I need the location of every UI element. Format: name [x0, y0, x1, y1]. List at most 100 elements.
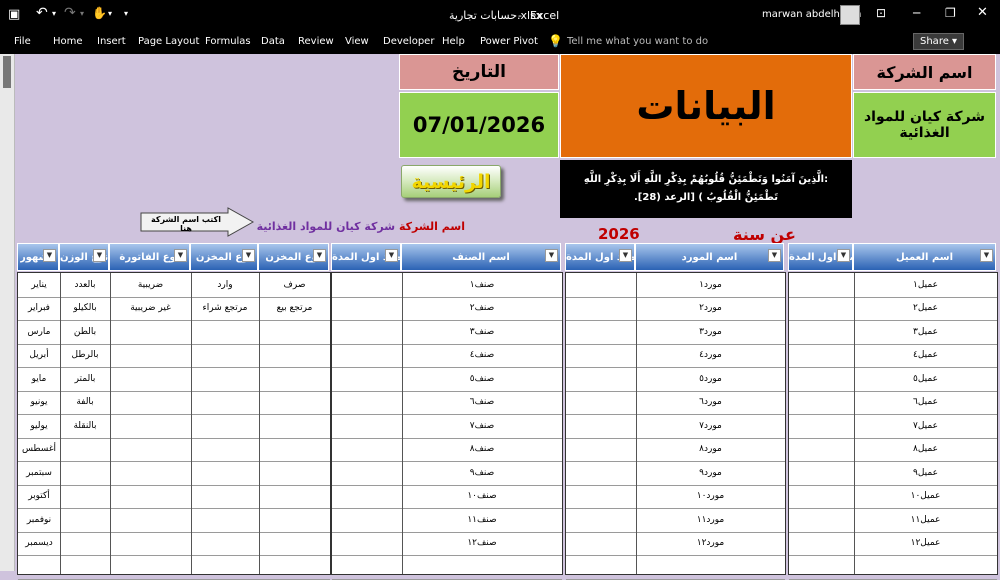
redo-dropdown-icon[interactable]: ▾ — [80, 9, 84, 18]
menu-home[interactable]: Home — [53, 36, 83, 47]
menu-file[interactable]: File — [14, 36, 31, 47]
suppliers-table-cell[interactable]: مورد١٠ — [636, 485, 785, 509]
months-table-header[interactable]: نوع الفاتورة ▼ — [109, 243, 190, 271]
items-table-cell[interactable] — [332, 273, 402, 297]
clients-table-cell[interactable]: عميل١٠ — [854, 485, 997, 509]
items-table-cell[interactable] — [332, 391, 402, 415]
months-table-cell[interactable]: صرف — [259, 273, 330, 297]
items-table-cell[interactable] — [332, 555, 402, 579]
months-table-cell[interactable] — [259, 320, 330, 344]
months-table-cell[interactable] — [259, 391, 330, 415]
suppliers-table-header[interactable]: اسم المورد ▼ — [635, 243, 784, 271]
months-table-cell[interactable] — [191, 438, 259, 462]
tell-me-search[interactable]: Tell me what you want to do — [567, 36, 708, 47]
suppliers-table-cell[interactable] — [566, 414, 636, 438]
undo-icon[interactable]: ↶ — [36, 5, 48, 21]
items-table-cell[interactable] — [332, 532, 402, 556]
months-table-cell[interactable] — [191, 485, 259, 509]
suppliers-table-cell[interactable] — [566, 485, 636, 509]
months-table-cell[interactable] — [259, 485, 330, 509]
suppliers-table-cell[interactable]: مورد٤ — [636, 344, 785, 368]
clients-table-cell[interactable]: عميل٦ — [854, 391, 997, 415]
months-table-cell[interactable] — [60, 461, 110, 485]
items-table-cell[interactable]: صنف٦ — [402, 391, 562, 415]
clients-table-cell[interactable] — [789, 320, 854, 344]
minimize-icon[interactable]: ─ — [913, 6, 920, 20]
suppliers-table-cell[interactable] — [566, 461, 636, 485]
filter-dropdown-icon[interactable]: ▼ — [242, 249, 255, 262]
items-table-cell[interactable] — [332, 508, 402, 532]
months-table-cell[interactable]: بالرطل — [60, 344, 110, 368]
items-table-cell[interactable]: صنف٧ — [402, 414, 562, 438]
months-table-cell[interactable]: مايو — [18, 367, 60, 391]
items-table-cell[interactable]: صنف٩ — [402, 461, 562, 485]
suppliers-table-cell[interactable]: مورد١١ — [636, 508, 785, 532]
months-table-cell[interactable] — [110, 414, 191, 438]
share-button[interactable]: Share ▾ — [913, 33, 965, 50]
filter-dropdown-icon[interactable]: ▼ — [768, 249, 781, 262]
suppliers-table-cell[interactable]: مورد٧ — [636, 414, 785, 438]
months-table-cell[interactable] — [259, 344, 330, 368]
items-table-cell[interactable]: صنف١٢ — [402, 532, 562, 556]
menu-power-pivot[interactable]: Power Pivot — [480, 36, 538, 47]
suppliers-table-cell[interactable]: مورد٨ — [636, 438, 785, 462]
clients-table-cell[interactable]: عميل٩ — [854, 461, 997, 485]
months-table-cell[interactable] — [259, 438, 330, 462]
menu-formulas[interactable]: Formulas — [205, 36, 251, 47]
items-table-cell[interactable] — [332, 461, 402, 485]
menu-help[interactable]: Help — [442, 36, 465, 47]
filter-dropdown-icon[interactable]: ▼ — [980, 249, 993, 262]
suppliers-table-cell[interactable] — [566, 367, 636, 391]
months-table-cell[interactable] — [191, 367, 259, 391]
suppliers-table-cell[interactable] — [566, 438, 636, 462]
clients-table-cell[interactable] — [789, 555, 854, 579]
clients-table-cell[interactable] — [789, 273, 854, 297]
touch-mode-icon[interactable]: ✋ — [92, 6, 107, 20]
suppliers-table-cell[interactable] — [566, 320, 636, 344]
months-table-cell[interactable]: ديسمبر — [18, 532, 60, 556]
arrow-shape[interactable]: اكتب اسم الشركة هنا — [140, 207, 255, 237]
items-table-cell[interactable] — [332, 320, 402, 344]
months-table-cell[interactable] — [259, 414, 330, 438]
clients-table-cell[interactable] — [789, 485, 854, 509]
menu-view[interactable]: View — [345, 36, 369, 47]
months-table-header[interactable]: نوع الوزن ▼ — [59, 243, 109, 271]
filter-dropdown-icon[interactable]: ▼ — [93, 249, 106, 262]
ribbon-display-icon[interactable]: ⊡ — [876, 6, 886, 20]
months-table-cell[interactable] — [110, 461, 191, 485]
suppliers-table-cell[interactable] — [566, 391, 636, 415]
months-table-cell[interactable] — [259, 367, 330, 391]
months-table-cell[interactable]: مرتجع شراء — [191, 297, 259, 321]
months-table-cell[interactable]: بالكيلو — [60, 297, 110, 321]
touch-dropdown-icon[interactable]: ▾ — [108, 9, 112, 18]
menu-data[interactable]: Data — [261, 36, 285, 47]
items-table-cell[interactable] — [332, 485, 402, 509]
items-table-cell[interactable]: صنف١ — [402, 273, 562, 297]
months-table-cell[interactable] — [110, 508, 191, 532]
suppliers-table-cell[interactable]: مورد٢ — [636, 297, 785, 321]
months-table-cell[interactable] — [191, 461, 259, 485]
items-table-cell[interactable]: صنف٤ — [402, 344, 562, 368]
months-table-cell[interactable] — [110, 320, 191, 344]
items-table-header[interactable]: اسم الصنف ▼ — [401, 243, 561, 271]
scrollbar-thumb[interactable] — [3, 56, 11, 88]
months-table-cell[interactable]: يونيو — [18, 391, 60, 415]
customize-qat-icon[interactable]: ▾ — [124, 9, 128, 18]
suppliers-table-cell[interactable]: مورد٩ — [636, 461, 785, 485]
clients-table-cell[interactable] — [789, 461, 854, 485]
months-table-header[interactable]: نوع المخزن ▼ — [190, 243, 258, 271]
months-table-cell[interactable] — [110, 438, 191, 462]
months-table-cell[interactable]: مارس — [18, 320, 60, 344]
suppliers-table-cell[interactable] — [566, 555, 636, 579]
clients-table-cell[interactable]: عميل٤ — [854, 344, 997, 368]
clients-table-cell[interactable] — [789, 391, 854, 415]
suppliers-table-cell[interactable] — [566, 532, 636, 556]
months-table-cell[interactable] — [191, 344, 259, 368]
months-table-cell[interactable]: غير ضريبية — [110, 297, 191, 321]
items-table-cell[interactable] — [332, 297, 402, 321]
menu-developer[interactable]: Developer — [383, 36, 434, 47]
clients-table-cell[interactable] — [789, 532, 854, 556]
clients-table-cell[interactable]: عميل٨ — [854, 438, 997, 462]
suppliers-table-cell[interactable] — [566, 273, 636, 297]
items-table-cell[interactable] — [332, 414, 402, 438]
